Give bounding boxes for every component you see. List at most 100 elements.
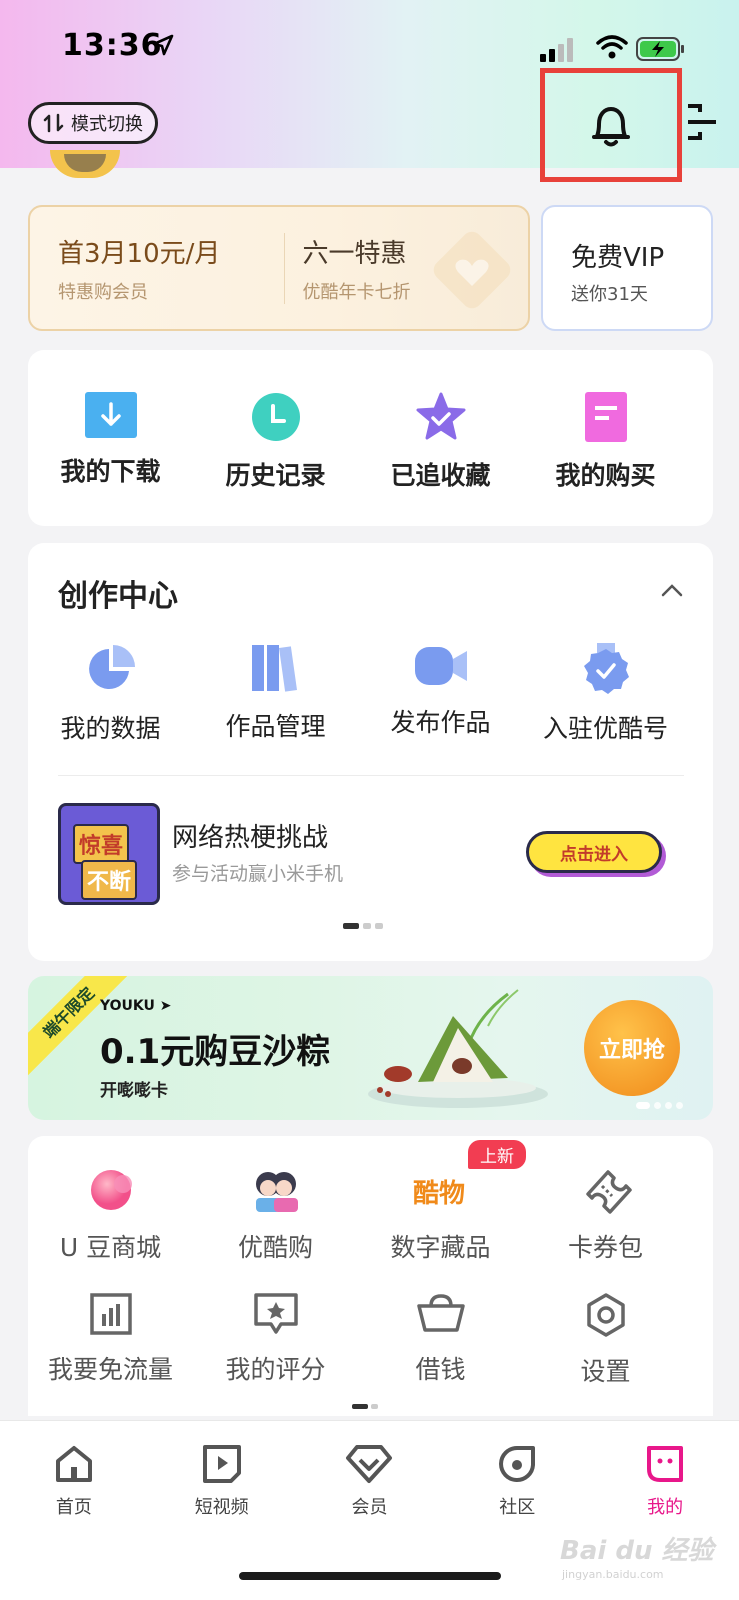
short-video-icon (202, 1445, 241, 1483)
wifi-icon (596, 35, 628, 59)
bell-icon (592, 107, 630, 147)
activity-subtitle: 参与活动赢小米手机 (172, 863, 344, 885)
gold-ingot-icon (416, 1294, 465, 1332)
digital-collection-icon: 酷物 (413, 1179, 465, 1209)
new-badge: 上新 (468, 1140, 526, 1169)
youku-logo: YOUKU ➤ (100, 998, 172, 1014)
quick-item-label: 我的购买 (555, 461, 656, 490)
tool-label: U 豆商城 (59, 1233, 162, 1262)
zongzi-illustration (368, 989, 548, 1108)
tool-label: 优酷购 (237, 1233, 313, 1262)
free-vip-subtitle: 送你31天 (571, 284, 648, 305)
tab-label: 短视频 (194, 1497, 249, 1518)
tool-u-bean-mall[interactable]: U 豆商城 (28, 1166, 193, 1264)
u-bean-icon (90, 1170, 132, 1210)
tool-free-data[interactable]: 我要免流量 (28, 1292, 193, 1388)
community-icon (499, 1446, 536, 1482)
banner-title: 0.1元购豆沙粽 (100, 1032, 331, 1072)
avatar[interactable] (50, 150, 120, 178)
vip-diamond-icon (346, 1445, 393, 1483)
vip-offer-monthly-subtitle: 特惠购会员 (58, 281, 148, 303)
vip-offer-monthly[interactable]: 首3月10元/月 特惠购会员 (30, 233, 284, 304)
ticket-icon (585, 1170, 632, 1214)
books-icon (251, 645, 297, 692)
creator-item-join-youku[interactable]: 入驻优酷号 (523, 643, 688, 745)
banner-subtitle: 开嘭嘭卡 (100, 1081, 168, 1101)
divider (58, 775, 684, 776)
tab-label: 会员 (351, 1497, 388, 1518)
quick-item-favorites[interactable]: 已追收藏 (358, 350, 523, 492)
tab-my[interactable]: 我的 (591, 1443, 739, 1519)
creator-item-works[interactable]: 作品管理 (193, 643, 358, 745)
scan-icon[interactable] (686, 104, 716, 140)
creator-item-my-data[interactable]: 我的数据 (28, 643, 193, 745)
free-vip-card[interactable]: 免费VIP 送你31天 (541, 205, 713, 331)
tab-home[interactable]: 首页 (0, 1443, 148, 1519)
settings-icon (586, 1293, 625, 1337)
watermark: Bai du 经验 (560, 1536, 714, 1566)
favorite-star-icon (416, 392, 465, 440)
my-profile-icon (647, 1446, 684, 1482)
tool-youku-shop[interactable]: 优酷购 (193, 1166, 358, 1264)
tab-short-video[interactable]: 短视频 (148, 1443, 296, 1519)
youku-shop-icon (255, 1172, 298, 1212)
vip-offer-monthly-title: 首3月10元/月 (58, 238, 221, 269)
battery-charging-icon (636, 37, 684, 61)
heart-decoration-icon (433, 231, 511, 309)
tool-label: 设置 (580, 1357, 631, 1386)
rating-icon (253, 1293, 298, 1334)
tools-card: 上新 U 豆商城 优酷购 酷物 数字藏品 卡券包 我要免流量 我的评分 借钱 设… (28, 1136, 713, 1416)
activity-thumbnail-line1: 惊喜 (73, 824, 130, 864)
notification-button[interactable] (540, 68, 682, 182)
verified-badge-icon (583, 643, 629, 694)
tool-label: 数字藏品 (390, 1233, 491, 1262)
dragon-boat-banner[interactable]: 端午限定 YOUKU ➤ 0.1元购豆沙粽 开嘭嘭卡 立即抢 (28, 976, 713, 1120)
purchase-icon (584, 392, 627, 442)
pie-chart-icon (88, 645, 135, 689)
mode-switch-label: 模式切换 (71, 114, 143, 135)
tool-coupon-wallet[interactable]: 卡券包 (523, 1166, 688, 1264)
creator-item-publish[interactable]: 发布作品 (358, 643, 523, 745)
creator-center-title: 创作中心 (58, 579, 178, 614)
quick-item-purchases[interactable]: 我的购买 (523, 350, 688, 492)
tool-label: 我要免流量 (47, 1355, 173, 1384)
grab-now-button[interactable]: 立即抢 (584, 1000, 680, 1096)
tab-label: 我的 (647, 1497, 684, 1518)
activity-title: 网络热梗挑战 (172, 823, 329, 853)
history-icon (251, 393, 300, 441)
tool-digital-collection[interactable]: 酷物 数字藏品 (358, 1166, 523, 1264)
creator-item-label: 作品管理 (225, 712, 326, 741)
activity-thumbnail-line2: 不断 (81, 860, 138, 900)
data-free-icon (89, 1293, 132, 1335)
tab-vip[interactable]: 会员 (296, 1443, 444, 1519)
activity-promo[interactable]: 惊喜 不断 网络热梗挑战 参与活动赢小米手机 点击进入 (58, 803, 684, 911)
activity-enter-button[interactable]: 点击进入 (526, 831, 662, 873)
mode-switch-button[interactable]: 模式切换 (28, 102, 158, 144)
quick-item-download[interactable]: 我的下载 (28, 350, 193, 492)
creator-item-label: 我的数据 (60, 714, 161, 743)
free-vip-title: 免费VIP (571, 243, 665, 273)
tool-label: 卡券包 (567, 1233, 643, 1262)
swap-arrows-icon (43, 113, 64, 133)
tab-community[interactable]: 社区 (443, 1443, 591, 1519)
quick-item-label: 已追收藏 (390, 461, 491, 490)
banner-carousel-indicator (636, 1102, 683, 1109)
tab-label: 首页 (55, 1497, 92, 1518)
chevron-up-icon[interactable] (661, 583, 683, 597)
video-camera-icon (414, 647, 467, 685)
creator-item-label: 发布作品 (390, 708, 491, 737)
cellular-signal-icon (540, 38, 573, 62)
watermark-url: jingyan.baidu.com (562, 1568, 664, 1581)
download-icon (84, 392, 137, 438)
tab-label: 社区 (499, 1497, 536, 1518)
tool-borrow-money[interactable]: 借钱 (358, 1292, 523, 1388)
tool-settings[interactable]: 设置 (523, 1292, 688, 1388)
quick-item-history[interactable]: 历史记录 (193, 350, 358, 492)
carousel-indicator (343, 923, 383, 929)
tool-my-rating[interactable]: 我的评分 (193, 1292, 358, 1388)
quick-item-label: 我的下载 (60, 457, 161, 486)
activity-thumbnail: 惊喜 不断 (58, 803, 160, 905)
home-indicator[interactable] (239, 1572, 501, 1580)
tool-label: 我的评分 (225, 1355, 326, 1384)
creator-item-label: 入驻优酷号 (542, 714, 668, 743)
